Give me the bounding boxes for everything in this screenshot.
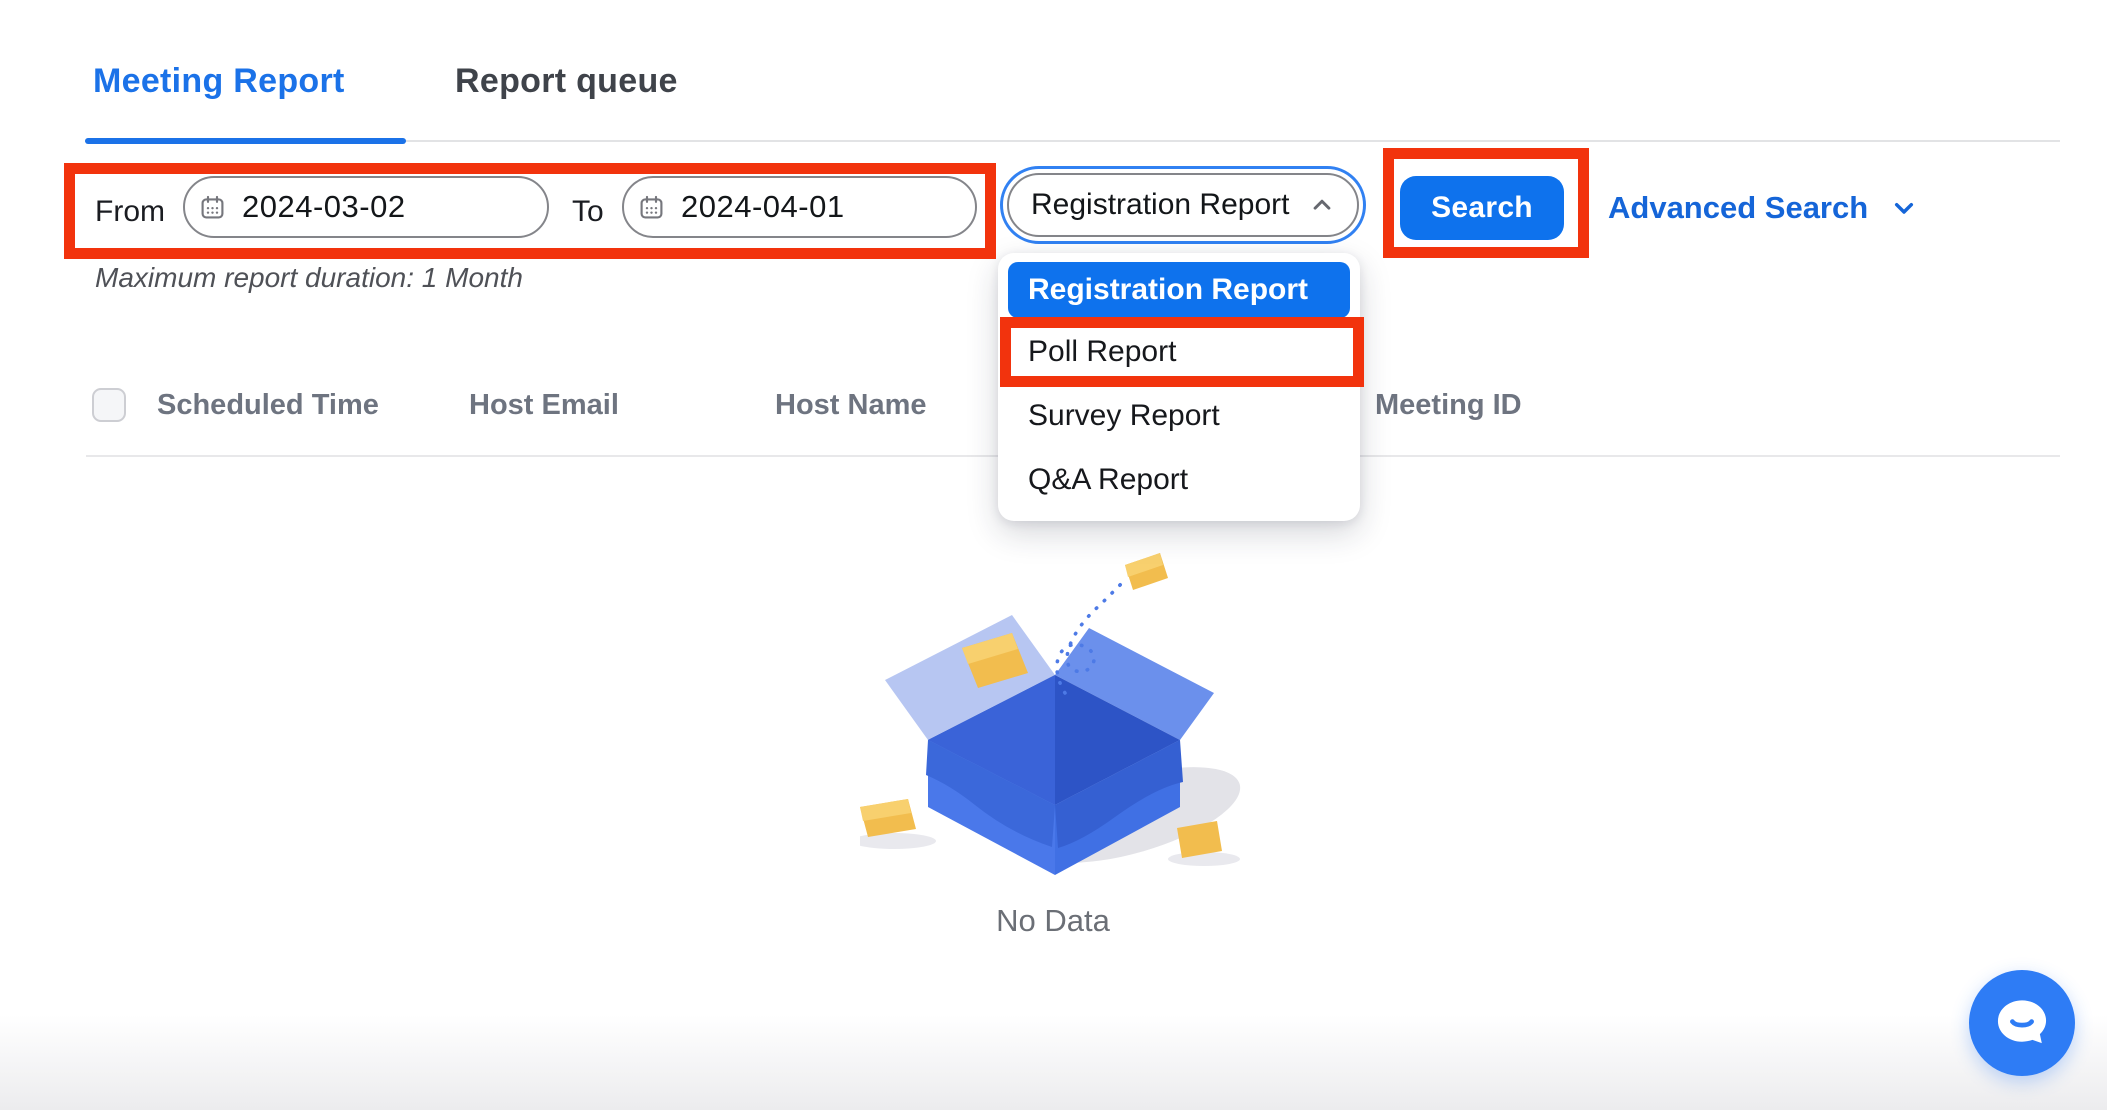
tab-meeting-report[interactable]: Meeting Report [93, 62, 345, 101]
option-qa-report[interactable]: Q&A Report [1008, 457, 1350, 503]
empty-box-illustration [860, 545, 1250, 905]
option-registration-report[interactable]: Registration Report [1008, 262, 1350, 318]
select-all-checkbox[interactable] [92, 388, 126, 422]
no-data-message: No Data [903, 903, 1203, 939]
bottom-fade [0, 1015, 2107, 1110]
col-header-meeting-id: Meeting ID [1375, 389, 1522, 422]
chevron-down-icon [1888, 192, 1920, 224]
report-type-dropdown-menu: Registration Report Poll Report Survey R… [998, 253, 1360, 521]
to-label: To [572, 195, 604, 229]
report-type-selected-value: Registration Report [1031, 188, 1289, 222]
col-header-host-email: Host Email [469, 389, 619, 422]
max-duration-note: Maximum report duration: 1 Month [95, 262, 523, 294]
tab-report-queue[interactable]: Report queue [455, 62, 678, 101]
option-survey-report[interactable]: Survey Report [1008, 393, 1350, 439]
advanced-search-link[interactable]: Advanced Search [1608, 188, 1920, 228]
report-type-select[interactable]: Registration Report [1000, 166, 1366, 244]
calendar-icon [638, 194, 665, 221]
active-tab-underline [85, 138, 406, 144]
advanced-search-label: Advanced Search [1608, 190, 1868, 226]
option-poll-report[interactable]: Poll Report [1008, 329, 1350, 375]
to-date-value: 2024-04-01 [681, 189, 845, 225]
meeting-report-page: Meeting Report Report queue From 2024-03… [0, 0, 2107, 1110]
report-type-select-inner: Registration Report [1007, 173, 1359, 237]
chevron-up-icon [1307, 190, 1337, 220]
from-label: From [95, 195, 165, 229]
col-header-host-name: Host Name [775, 389, 927, 422]
from-date-input[interactable]: 2024-03-02 [183, 176, 549, 238]
col-header-scheduled-time: Scheduled Time [157, 389, 379, 422]
chat-support-button[interactable] [1969, 970, 2075, 1076]
from-date-value: 2024-03-02 [242, 189, 406, 225]
search-button[interactable]: Search [1400, 176, 1564, 240]
to-date-input[interactable]: 2024-04-01 [622, 176, 977, 238]
calendar-icon [199, 194, 226, 221]
chat-bubble-icon [1989, 990, 2055, 1056]
